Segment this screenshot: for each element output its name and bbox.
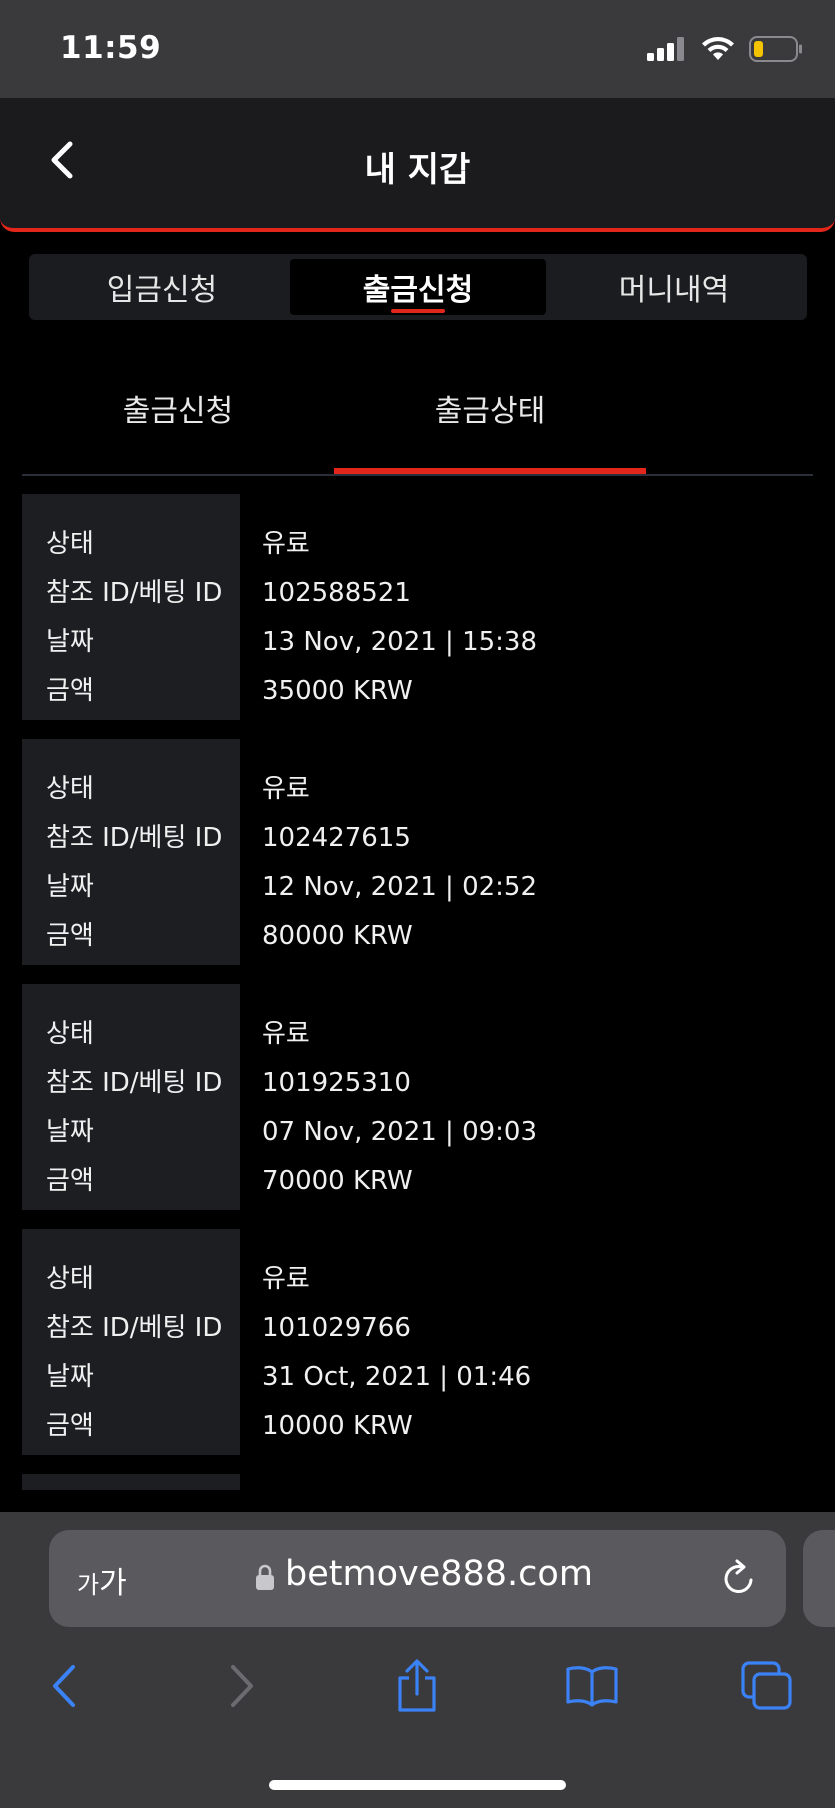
- tab-label: 입금신청: [106, 273, 218, 308]
- label-reference-id: 참조 ID/베팅 ID: [46, 823, 223, 853]
- record-labels: 상태 참조 ID/베팅 ID 날짜 금액: [22, 739, 240, 965]
- label-date: 날짜: [46, 872, 94, 902]
- battery-icon: [749, 36, 802, 62]
- record-card-partial: [22, 1474, 240, 1490]
- tab-withdraw[interactable]: 출금신청: [290, 259, 546, 315]
- record-values: 유료 102427615 12 Nov, 2021 | 02:52 80000 …: [262, 739, 802, 965]
- value-date: 31 Oct, 2021 | 01:46: [262, 1362, 532, 1392]
- label-status: 상태: [46, 529, 94, 559]
- value-status: 유료: [262, 1019, 310, 1049]
- subtab-withdraw-status[interactable]: 출금상태: [334, 360, 646, 474]
- address-bar[interactable]: 가가 betmove888.com: [49, 1530, 786, 1627]
- browser-back-button[interactable]: [32, 1654, 96, 1718]
- value-date: 13 Nov, 2021 | 15:38: [262, 627, 538, 657]
- text-size-button[interactable]: 가가: [77, 1558, 127, 1602]
- subtab-label: 출금신청: [122, 394, 234, 429]
- label-amount: 금액: [46, 676, 94, 706]
- status-time: 11:59: [60, 30, 162, 66]
- label-status: 상태: [46, 774, 94, 804]
- record-values: 유료 102588521 13 Nov, 2021 | 15:38 35000 …: [262, 494, 802, 720]
- label-date: 날짜: [46, 627, 94, 657]
- record-card: 상태 참조 ID/베팅 ID 날짜 금액 유료 101029766 31 Oct…: [22, 1229, 813, 1455]
- lock-icon: [256, 1564, 274, 1590]
- label-amount: 금액: [46, 1166, 94, 1196]
- status-bar: 11:59: [0, 0, 835, 98]
- chevron-right-icon: [231, 1665, 253, 1707]
- chevron-left-icon: [53, 1665, 75, 1707]
- signal-icon: [647, 37, 684, 61]
- value-reference-id: 101029766: [262, 1313, 411, 1343]
- value-amount: 35000 KRW: [262, 676, 413, 706]
- tabs-button[interactable]: [735, 1654, 799, 1718]
- label-amount: 금액: [46, 1411, 94, 1441]
- page-title: 내 지갑: [364, 150, 471, 190]
- browser-nav: [0, 1654, 835, 1730]
- label-date: 날짜: [46, 1117, 94, 1147]
- bookmarks-button[interactable]: [560, 1654, 624, 1718]
- label-date: 날짜: [46, 1362, 94, 1392]
- label-amount: 금액: [46, 921, 94, 951]
- record-labels: 상태 참조 ID/베팅 ID 날짜 금액: [22, 984, 240, 1210]
- wifi-icon: [702, 37, 734, 60]
- tab-label: 출금신청: [362, 273, 474, 308]
- text-size-small: 가: [77, 1571, 100, 1599]
- share-icon: [398, 1659, 436, 1712]
- wallet-tabs: 입금신청 출금신청 머니내역: [29, 254, 807, 320]
- record-labels: 상태 참조 ID/베팅 ID 날짜 금액: [22, 1229, 240, 1455]
- url-text: betmove888.com: [285, 1554, 593, 1594]
- next-tab-preview[interactable]: [803, 1530, 835, 1627]
- home-indicator[interactable]: [269, 1780, 566, 1790]
- value-reference-id: 101925310: [262, 1068, 411, 1098]
- record-card: 상태 참조 ID/베팅 ID 날짜 금액 유료 101925310 07 Nov…: [22, 984, 813, 1210]
- value-date: 07 Nov, 2021 | 09:03: [262, 1117, 538, 1147]
- value-date: 12 Nov, 2021 | 02:52: [262, 872, 538, 902]
- label-reference-id: 참조 ID/베팅 ID: [46, 578, 223, 608]
- record-values: 유료 101925310 07 Nov, 2021 | 09:03 70000 …: [262, 984, 802, 1210]
- record-labels: 상태 참조 ID/베팅 ID 날짜 금액: [22, 494, 240, 720]
- book-icon: [566, 1666, 618, 1707]
- withdraw-subtabs: 출금신청 출금상태: [22, 360, 813, 476]
- label-reference-id: 참조 ID/베팅 ID: [46, 1313, 223, 1343]
- app-header: 내 지갑: [0, 98, 835, 232]
- text-size-large: 가: [99, 1566, 127, 1601]
- value-status: 유료: [262, 774, 310, 804]
- tab-money-history[interactable]: 머니내역: [546, 259, 802, 315]
- value-reference-id: 102588521: [262, 578, 411, 608]
- record-card: 상태 참조 ID/베팅 ID 날짜 금액 유료 102588521 13 Nov…: [22, 494, 813, 720]
- status-icons: [647, 36, 803, 62]
- value-status: 유료: [262, 529, 310, 559]
- value-amount: 10000 KRW: [262, 1411, 413, 1441]
- subtab-label: 출금상태: [434, 394, 546, 429]
- browser-forward-button[interactable]: [210, 1654, 274, 1718]
- record-values: 유료 101029766 31 Oct, 2021 | 01:46 10000 …: [262, 1229, 802, 1455]
- record-card: 상태 참조 ID/베팅 ID 날짜 금액 유료 102427615 12 Nov…: [22, 739, 813, 965]
- value-status: 유료: [262, 1264, 310, 1294]
- value-amount: 80000 KRW: [262, 921, 413, 951]
- label-status: 상태: [46, 1019, 94, 1049]
- subtab-withdraw-request[interactable]: 출금신청: [22, 360, 334, 472]
- share-button[interactable]: [385, 1654, 449, 1718]
- value-amount: 70000 KRW: [262, 1166, 413, 1196]
- label-status: 상태: [46, 1264, 94, 1294]
- withdraw-records: 상태 참조 ID/베팅 ID 날짜 금액 유료 102588521 13 Nov…: [22, 494, 813, 1474]
- browser-toolbar: 가가 betmove888.com: [0, 1512, 835, 1808]
- value-reference-id: 102427615: [262, 823, 411, 853]
- tabs-icon: [741, 1661, 792, 1710]
- tab-deposit[interactable]: 입금신청: [34, 259, 290, 315]
- reload-icon[interactable]: [720, 1558, 758, 1598]
- tab-label: 머니내역: [618, 273, 730, 308]
- label-reference-id: 참조 ID/베팅 ID: [46, 1068, 223, 1098]
